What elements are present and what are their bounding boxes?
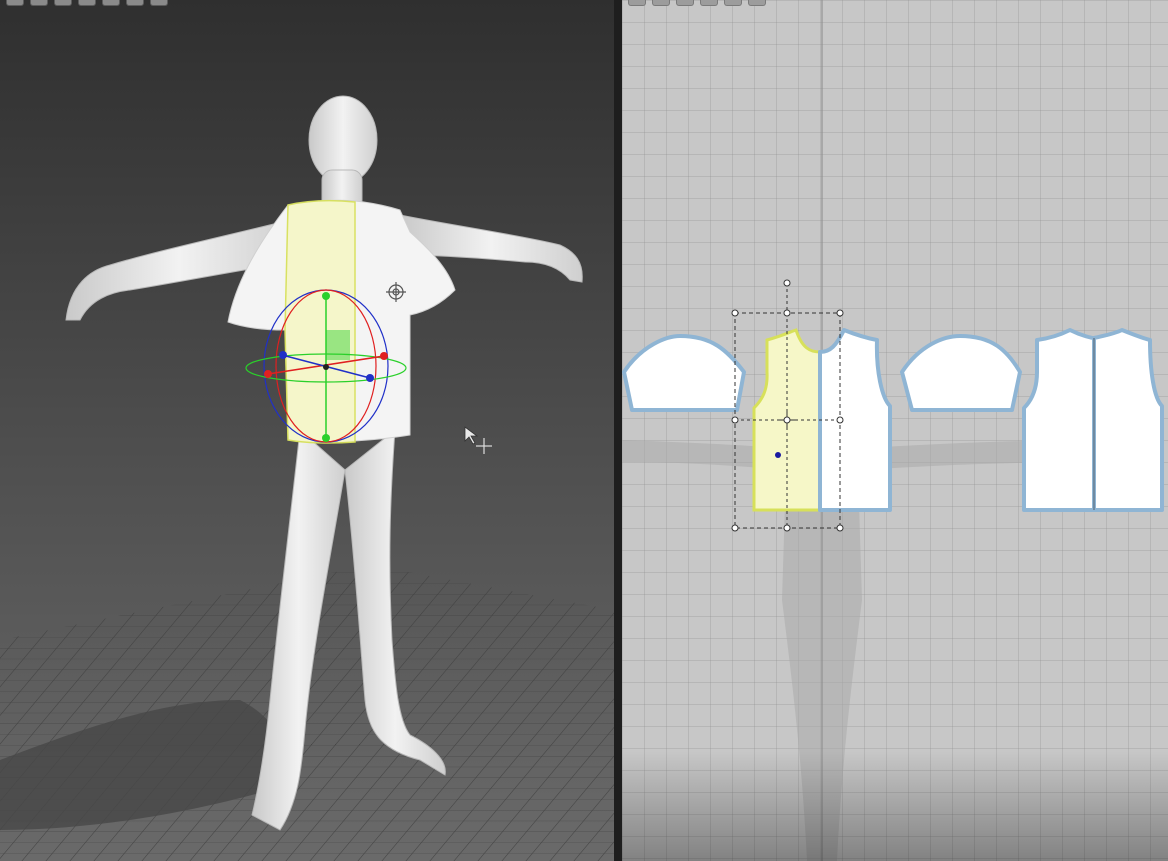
pattern-right-sleeve[interactable] <box>900 334 1022 412</box>
viewport-divider[interactable] <box>614 0 622 861</box>
pattern-left-sleeve[interactable] <box>622 334 746 412</box>
move-cursor-icon <box>464 426 492 454</box>
pattern-back-bodice[interactable] <box>1022 328 1164 512</box>
3d-scene <box>0 95 614 861</box>
2d-canvas <box>622 0 1164 861</box>
pin-point <box>775 452 781 458</box>
2d-pattern-window[interactable] <box>622 0 1168 861</box>
3d-viewport[interactable] <box>0 0 614 861</box>
selected-panel[interactable] <box>284 200 356 444</box>
